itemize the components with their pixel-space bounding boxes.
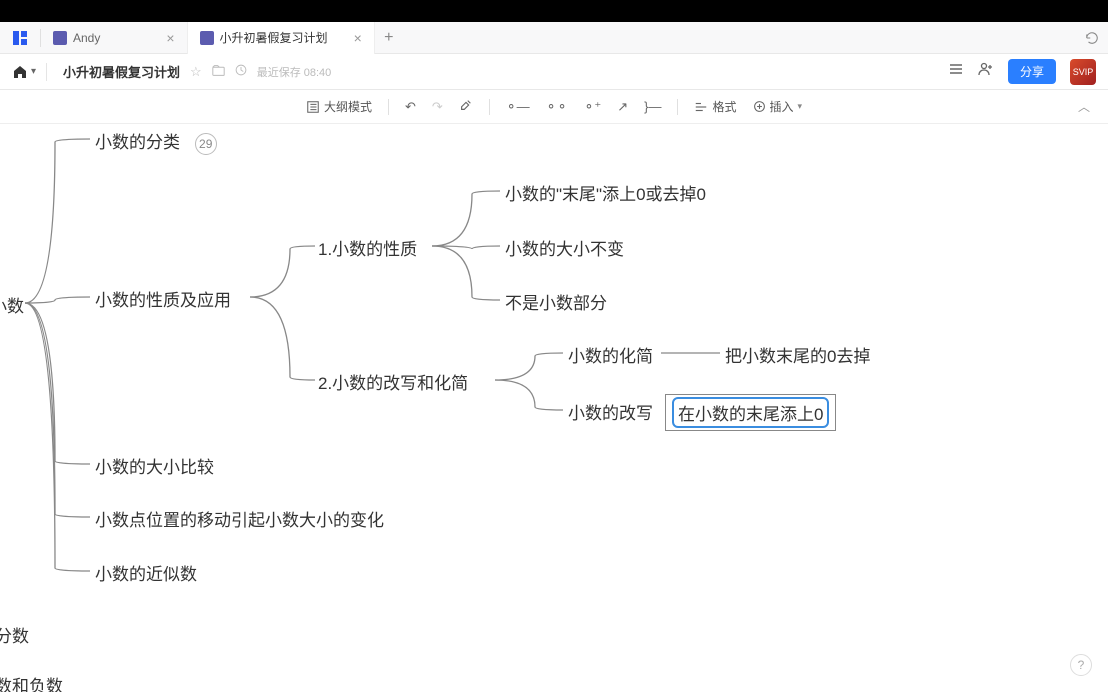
share-button[interactable]: 分享 <box>1008 59 1056 84</box>
link2-icon[interactable]: ⚬⚬ <box>546 99 568 115</box>
node-properties-apps[interactable]: 小数的性质及应用 <box>95 286 231 311</box>
node-leaf[interactable]: 小数的"末尾"添上0或去掉0 <box>505 180 706 205</box>
folder-icon[interactable] <box>212 64 225 80</box>
count-badge: 29 <box>195 133 217 155</box>
mindmap-canvas[interactable]: 小数 小数的分类 29 小数的性质及应用 1.小数的性质 小数的"末尾"添上0或… <box>0 124 1108 692</box>
node-rewrite-child[interactable]: 小数的改写 <box>568 399 653 424</box>
doc-icon <box>200 31 214 45</box>
app-logo-icon[interactable] <box>0 30 40 46</box>
insert-button[interactable]: 插入 ▾ <box>753 98 803 115</box>
clock-icon <box>235 64 247 79</box>
undo-icon[interactable]: ↶ <box>405 99 416 115</box>
node-root[interactable]: 小数 <box>0 292 24 317</box>
link3-icon[interactable]: ⚬⁺ <box>583 99 601 115</box>
node-property1[interactable]: 1.小数的性质 <box>318 235 417 260</box>
document-title: 小升初暑假复习计划 <box>63 62 180 81</box>
tab-andy[interactable]: Andy × <box>41 22 188 54</box>
new-tab-button[interactable]: + <box>375 29 403 47</box>
node-decimal-point[interactable]: 小数点位置的移动引起小数大小的变化 <box>95 506 384 531</box>
header-row: ▾ 小升初暑假复习计划 ☆ 最近保存 08:40 分享 SVIP <box>0 54 1108 90</box>
home-button[interactable]: ▾ <box>12 64 36 80</box>
node-leaf[interactable]: 不是小数部分 <box>505 289 607 314</box>
arrow-icon[interactable]: ↗ <box>617 99 628 115</box>
format-button[interactable]: 格式 <box>694 98 736 115</box>
bracket-icon[interactable]: }— <box>644 99 661 114</box>
brush-icon[interactable] <box>459 98 473 115</box>
chevron-up-icon[interactable]: ︿ <box>1078 98 1090 115</box>
tab-label: 小升初暑假复习计划 <box>220 29 328 46</box>
link1-icon[interactable]: ⚬— <box>506 99 530 115</box>
node-compare[interactable]: 小数的大小比较 <box>95 453 214 478</box>
node-extra[interactable]: 分数 <box>0 622 29 647</box>
add-user-icon[interactable] <box>978 61 994 82</box>
refresh-button[interactable] <box>1076 31 1108 45</box>
node-classification[interactable]: 小数的分类 29 <box>95 128 217 155</box>
avatar[interactable]: SVIP <box>1070 59 1096 85</box>
node-extra[interactable]: 数和负数 <box>0 672 63 692</box>
node-approx[interactable]: 小数的近似数 <box>95 560 197 585</box>
node-leaf[interactable]: 小数的大小不变 <box>505 235 624 260</box>
node-simplify[interactable]: 小数的化简 <box>568 342 653 367</box>
star-icon[interactable]: ☆ <box>190 64 202 80</box>
tab-label: Andy <box>73 31 100 45</box>
tabs-row: Andy × 小升初暑假复习计划 × + <box>0 22 1108 54</box>
help-button[interactable]: ? <box>1070 654 1092 676</box>
title-bar <box>0 0 1108 22</box>
outline-mode-button[interactable]: 大纲模式 <box>306 98 372 115</box>
editing-node[interactable]: 在小数的末尾添上0 <box>665 394 836 431</box>
doc-icon <box>53 31 67 45</box>
menu-icon[interactable] <box>948 61 964 82</box>
tab-review-plan[interactable]: 小升初暑假复习计划 × <box>188 22 375 54</box>
node-rewrite[interactable]: 2.小数的改写和化简 <box>318 369 468 394</box>
close-icon[interactable]: × <box>166 30 174 46</box>
redo-icon[interactable]: ↷ <box>432 99 443 115</box>
toolbar: 大纲模式 ↶ ↷ ⚬— ⚬⚬ ⚬⁺ ↗ }— 格式 插入 ▾ ︿ <box>0 90 1108 124</box>
save-status: 最近保存 08:40 <box>257 64 332 80</box>
node-leaf[interactable]: 把小数末尾的0去掉 <box>725 342 870 367</box>
close-icon[interactable]: × <box>354 30 362 46</box>
